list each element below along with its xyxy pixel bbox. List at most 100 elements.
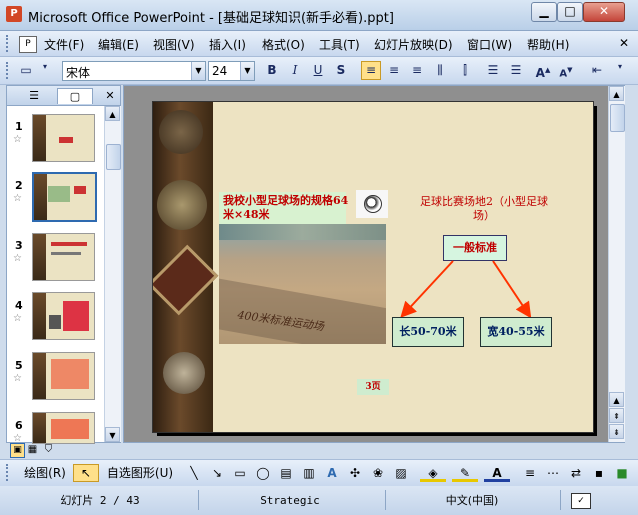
oval-icon[interactable]: ◯: [253, 464, 273, 482]
clipart-icon[interactable]: ❀: [368, 464, 388, 482]
slide-sorter-icon[interactable]: ▦: [26, 443, 39, 456]
toolbar-grip[interactable]: [6, 464, 11, 481]
slide-thumbnail-6[interactable]: [32, 412, 95, 444]
toolbar-options-icon[interactable]: ▾: [618, 62, 629, 79]
align-center-icon[interactable]: ≡: [384, 61, 404, 80]
bullets-icon[interactable]: ☰: [506, 61, 526, 80]
slide-thumbnail-2[interactable]: [32, 172, 97, 222]
menu-edit[interactable]: 编辑(E): [98, 36, 139, 53]
outline-tab-icon[interactable]: ☰: [19, 88, 49, 103]
close-button[interactable]: ✕: [583, 2, 625, 22]
underline-button[interactable]: U: [308, 61, 328, 80]
slide-counter: 幻灯片 2 / 43: [60, 494, 140, 507]
slides-tab-icon[interactable]: ▢: [57, 88, 93, 104]
scroll-up-icon[interactable]: ▲: [609, 86, 624, 101]
wordart-icon[interactable]: A: [322, 464, 342, 482]
window-title: Microsoft Office PowerPoint - [基础足球知识(新手…: [28, 11, 394, 26]
increase-font-icon[interactable]: A▲: [533, 61, 553, 80]
align-left-icon[interactable]: ≡: [361, 61, 381, 80]
arrow-style-icon[interactable]: ⇄: [566, 464, 586, 482]
distribute-icon[interactable]: ⫿: [455, 61, 475, 80]
toolbar-grip[interactable]: [6, 35, 11, 52]
vertical-textbox-icon[interactable]: ▥: [299, 464, 319, 482]
soccer-ball-image[interactable]: [356, 190, 388, 218]
menu-slideshow[interactable]: 幻灯片放映(D): [374, 36, 453, 53]
rectangle-icon[interactable]: ▭: [230, 464, 250, 482]
pane-close-icon[interactable]: ✕: [103, 88, 117, 103]
toolbar-grip[interactable]: [6, 62, 11, 79]
fill-color-icon[interactable]: ◈: [420, 464, 446, 482]
slide-thumbnail-4[interactable]: [32, 292, 95, 340]
line-color-icon[interactable]: ✎: [452, 464, 478, 482]
toolbar-options-icon[interactable]: ▾: [43, 62, 54, 79]
slide-thumbnail-1[interactable]: [32, 114, 95, 162]
length-label-box[interactable]: 长50-70米: [392, 317, 464, 347]
line-style-icon[interactable]: ≡: [520, 464, 540, 482]
scroll-up-icon[interactable]: ▲: [105, 106, 120, 121]
thumbnail-scrollbar[interactable]: ▲ ▼: [104, 106, 121, 442]
italic-button[interactable]: I: [285, 61, 305, 80]
picture-icon[interactable]: ▨: [391, 464, 411, 482]
numbering-icon[interactable]: ☰: [483, 61, 503, 80]
thumbnail-number: 2: [15, 179, 23, 192]
menu-view[interactable]: 视图(V): [153, 36, 195, 53]
previous-slide-icon[interactable]: ⇞: [609, 408, 624, 423]
3d-style-icon[interactable]: ■: [612, 464, 632, 482]
align-right-icon[interactable]: ≡: [407, 61, 427, 80]
minimize-button[interactable]: ▁: [531, 2, 557, 22]
next-slide-icon[interactable]: ⇟: [609, 424, 624, 439]
font-size-value: 24: [212, 64, 228, 78]
font-color-icon[interactable]: A: [484, 464, 510, 482]
font-size-select[interactable]: 24 ▼: [208, 61, 255, 81]
menu-format[interactable]: 格式(O): [262, 36, 305, 53]
scroll-thumb[interactable]: [106, 144, 121, 170]
slide-canvas[interactable]: 我校小型足球场的规格64米×48米 400米标准运动场 足球比赛场地2（小型足球…: [152, 101, 594, 433]
menu-file[interactable]: 文件(F): [44, 36, 84, 53]
powerpoint-icon[interactable]: P: [6, 6, 22, 22]
line-icon[interactable]: ╲: [184, 464, 204, 482]
slide-title[interactable]: 我校小型足球场的规格64米×48米: [223, 194, 351, 222]
slide-scrollbar[interactable]: ▲ ▲ ⇞ ⇟: [608, 86, 625, 442]
menu-insert[interactable]: 插入(I): [209, 36, 246, 53]
menu-close-icon[interactable]: ✕: [616, 35, 632, 51]
spelling-check-icon[interactable]: ✓: [571, 493, 591, 509]
field-heading[interactable]: 足球比赛场地2（小型足球场）: [419, 195, 549, 223]
normal-view-icon[interactable]: ▣: [10, 443, 25, 458]
scroll-thumb[interactable]: [610, 104, 625, 132]
chevron-down-icon[interactable]: ▼: [191, 62, 205, 80]
autoshapes-button[interactable]: 自选图形(U): [104, 464, 176, 482]
scroll-down-icon[interactable]: ▼: [105, 427, 120, 442]
new-document-icon[interactable]: ▭: [16, 61, 36, 80]
theme-name[interactable]: Strategic: [230, 492, 350, 509]
diagram-icon[interactable]: ✣: [345, 464, 365, 482]
decrease-font-icon[interactable]: A▼: [556, 61, 576, 80]
menu-tools[interactable]: 工具(T): [319, 36, 360, 53]
thumbnail-list: 1 ☆ 2 ☆ 3 ☆ 4 ☆ 5 ☆ 6 ☆: [7, 106, 104, 444]
maximize-button[interactable]: □: [557, 2, 583, 22]
scroll-up-icon[interactable]: ▲: [609, 392, 624, 407]
text-direction-icon[interactable]: ⫼: [430, 61, 450, 80]
menu-window[interactable]: 窗口(W): [467, 36, 512, 53]
thumbnail-number: 5: [15, 359, 23, 372]
slide-thumbnail-5[interactable]: [32, 352, 95, 400]
football-field-photo[interactable]: 400米标准运动场: [219, 224, 386, 344]
draw-menu-button[interactable]: 绘图(R): [17, 464, 73, 482]
chevron-down-icon[interactable]: ▼: [240, 62, 254, 80]
width-label-box[interactable]: 宽40-55米: [480, 317, 552, 347]
slide-thumbnail-3[interactable]: [32, 233, 95, 281]
document-icon[interactable]: P: [19, 36, 37, 53]
shadow-button[interactable]: S: [331, 61, 351, 80]
menu-help[interactable]: 帮助(H): [527, 36, 569, 53]
dash-style-icon[interactable]: ⋯: [543, 464, 563, 482]
slideshow-icon[interactable]: ⛉: [42, 443, 55, 456]
bold-button[interactable]: B: [262, 61, 282, 80]
decorative-medal-image: [153, 102, 219, 432]
page-label[interactable]: 3页: [357, 379, 389, 395]
arrow-icon[interactable]: ↘: [207, 464, 227, 482]
pane-tabs: ☰ ▢ ✕: [7, 86, 120, 106]
shadow-style-icon[interactable]: ▪: [589, 464, 609, 482]
decrease-indent-icon[interactable]: ⇤: [587, 61, 607, 80]
textbox-icon[interactable]: ▤: [276, 464, 296, 482]
select-pointer-icon[interactable]: ↖: [73, 464, 99, 482]
font-name-select[interactable]: 宋体 ▼: [62, 61, 206, 81]
